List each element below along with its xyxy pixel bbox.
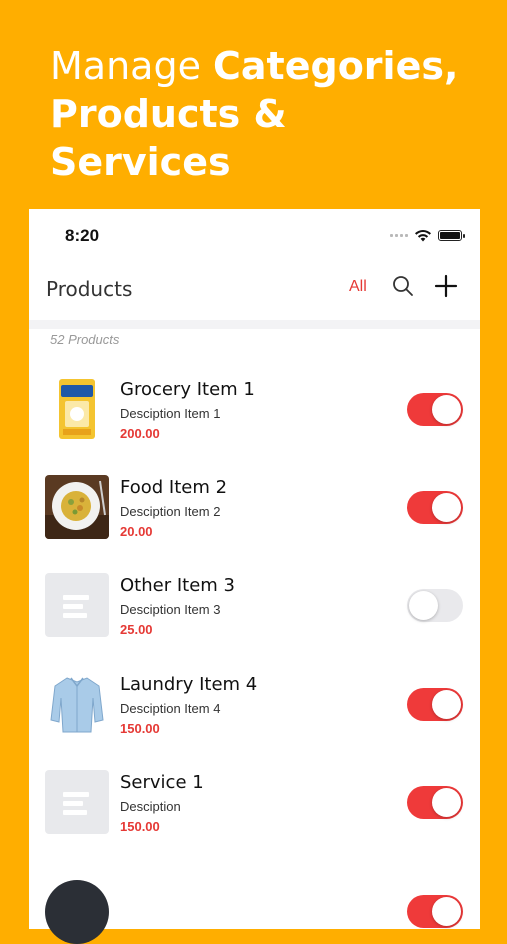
nav-bar: Products All [29, 265, 480, 329]
list-item[interactable]: Other Item 3 Desciption Item 3 25.00 [29, 565, 480, 645]
signal-icon [390, 234, 408, 237]
phone-screen: 8:20 Products All 52 Products Grocery It… [29, 209, 480, 944]
page-title: Products [46, 277, 133, 301]
item-name: Laundry Item 4 [120, 674, 258, 695]
product-count: 52 Products [50, 332, 120, 347]
headline-bold-text-2: Products & [50, 92, 287, 136]
item-name: Food Item 2 [120, 477, 228, 498]
item-description: Desciption Item 2 [120, 504, 221, 519]
item-enabled-toggle[interactable] [407, 786, 463, 819]
headline-bold-text-3: Services [50, 140, 231, 184]
item-price: 200.00 [120, 426, 160, 441]
battery-icon [438, 230, 465, 241]
item-name: Service 1 [120, 772, 204, 793]
item-enabled-toggle[interactable] [407, 393, 463, 426]
list-item[interactable]: Laundry Item 4 Desciption Item 4 150.00 [29, 664, 480, 744]
item-enabled-toggle[interactable] [407, 589, 463, 622]
grocery-pack-image [45, 377, 109, 441]
list-item[interactable]: Food Item 2 Desciption Item 2 20.00 [29, 467, 480, 547]
food-plate-image [45, 475, 109, 539]
status-icons [390, 229, 465, 242]
status-bar: 8:20 [29, 209, 480, 265]
item-price: 150.00 [120, 721, 160, 736]
filter-all-button[interactable]: All [349, 278, 367, 296]
placeholder-icon [45, 573, 109, 637]
item-enabled-toggle[interactable] [407, 688, 463, 721]
list-item[interactable]: Grocery Item 1 Desciption Item 1 200.00 [29, 369, 480, 449]
item-price: 20.00 [120, 524, 153, 539]
status-time: 8:20 [65, 226, 100, 245]
wifi-icon [415, 229, 431, 242]
promo-headline: Manage Categories, Products & Services [50, 42, 458, 186]
list-item[interactable]: Service 1 Desciption 150.00 [29, 762, 480, 842]
search-icon[interactable] [391, 274, 415, 298]
avatar [45, 880, 109, 944]
item-name: Other Item 3 [120, 575, 235, 596]
item-price: 150.00 [120, 819, 160, 834]
item-description: Desciption Item 3 [120, 602, 221, 617]
item-description: Desciption Item 1 [120, 406, 221, 421]
item-name: Grocery Item 1 [120, 379, 255, 400]
headline-light-text: Manage [50, 44, 214, 88]
headline-bold-text-1: Categories, [213, 44, 459, 88]
plus-icon[interactable] [433, 273, 459, 299]
item-description: Desciption Item 4 [120, 701, 221, 716]
placeholder-icon [45, 770, 109, 834]
item-enabled-toggle[interactable] [407, 491, 463, 524]
shirt-image [45, 672, 109, 736]
item-price: 25.00 [120, 622, 153, 637]
item-description: Desciption [120, 799, 181, 814]
